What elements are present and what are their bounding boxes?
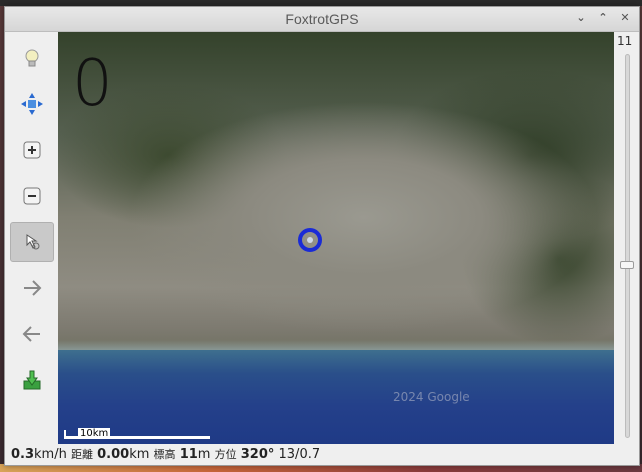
autocenter-icon: [26, 234, 40, 250]
back-button[interactable]: [10, 314, 54, 354]
distance-unit: km: [129, 447, 150, 462]
forward-button[interactable]: [10, 268, 54, 308]
download-icon: [23, 370, 41, 390]
satellite-info: 13/0.7: [278, 447, 321, 462]
zoom-out-button[interactable]: [10, 176, 54, 216]
speed-value: 0.3: [11, 447, 35, 462]
heading-value: 320°: [240, 447, 275, 462]
back-arrow-icon: [22, 326, 40, 342]
zoom-level-label: 11: [617, 34, 633, 48]
speed-overlay: 0: [72, 47, 113, 121]
window-title: FoxtrotGPS: [285, 11, 359, 27]
speed-unit: km/h: [34, 447, 67, 462]
heading-label: 方位: [214, 448, 237, 461]
map-copyright: 2024 Google: [393, 390, 470, 404]
altitude-unit: m: [197, 447, 211, 462]
scale-bar-tick: [64, 430, 66, 439]
autocenter-button[interactable]: [10, 222, 54, 262]
lightbulb-icon: [25, 49, 39, 67]
app-window: FoxtrotGPS ⌄ ⌃ ✕ 0 2024 Google 10km 11 0…: [4, 6, 640, 466]
gps-toggle-button[interactable]: [10, 38, 54, 78]
sea-area: [58, 350, 614, 444]
distance-label: 距離: [70, 448, 93, 461]
zoom-slider-handle[interactable]: [620, 260, 634, 269]
zoom-out-icon: [23, 187, 41, 205]
altitude-value: 11: [179, 447, 198, 462]
titlebar: FoxtrotGPS ⌄ ⌃ ✕: [5, 7, 639, 32]
maximize-button[interactable]: ⌃: [595, 10, 611, 26]
download-button[interactable]: [10, 360, 54, 400]
map-view[interactable]: 0 2024 Google 10km: [58, 32, 614, 444]
forward-arrow-icon: [24, 280, 42, 296]
status-bar: 0.3km/h 距離 0.00km 標高 11m 方位 320° 13/0.7: [5, 444, 642, 465]
scale-bar-label: 10km: [78, 428, 111, 439]
minimize-button[interactable]: ⌄: [573, 10, 589, 26]
close-button[interactable]: ✕: [617, 10, 633, 26]
move-button[interactable]: [10, 84, 54, 124]
zoom-slider-track[interactable]: [625, 54, 630, 438]
distance-value: 0.00: [97, 447, 130, 462]
move-icon: [21, 93, 43, 115]
zoom-in-button[interactable]: [10, 130, 54, 170]
left-toolbar: [5, 32, 57, 442]
zoom-in-icon: [23, 141, 41, 159]
gps-position-dot: [307, 237, 313, 243]
altitude-label: 標高: [153, 448, 176, 461]
zoom-panel: 11: [615, 32, 639, 442]
